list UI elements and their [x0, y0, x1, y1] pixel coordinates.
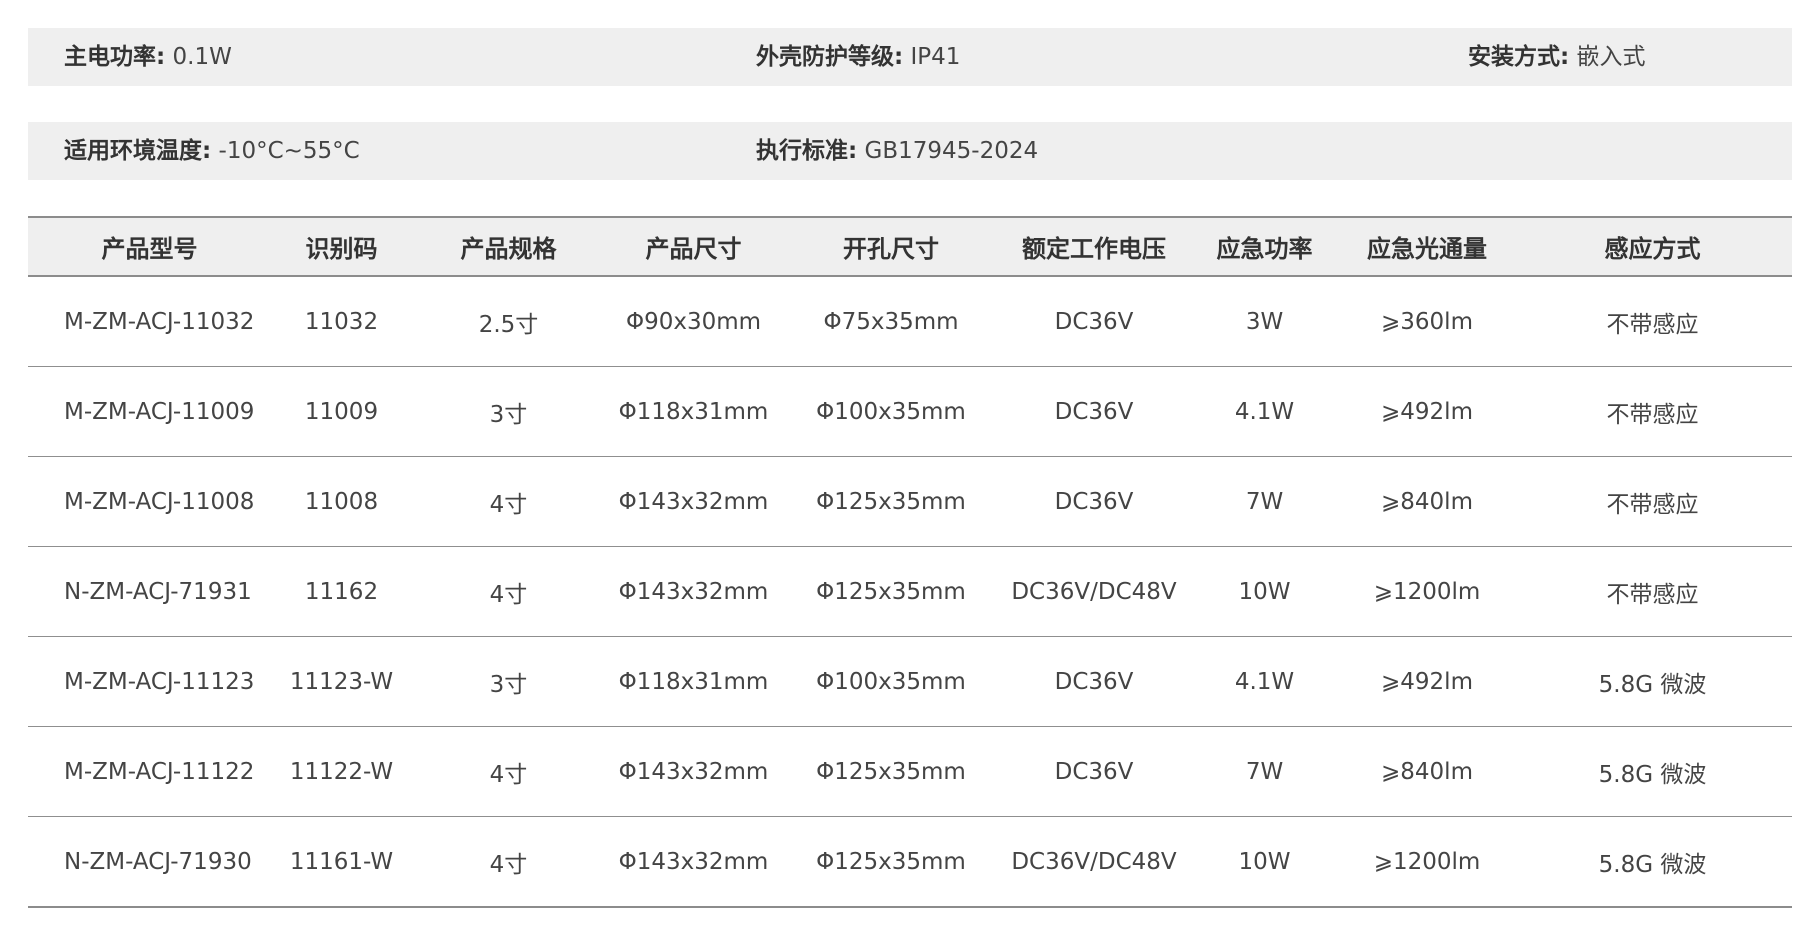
cell-cutout: Φ125x35mm	[782, 726, 1000, 817]
header-size: 产品尺寸	[605, 216, 782, 277]
header-power: 应急功率	[1188, 216, 1341, 277]
cell-power: 10W	[1188, 546, 1341, 637]
cell-voltage: DC36V	[1000, 276, 1188, 367]
spec-value: IP41	[910, 44, 961, 70]
spec-value: GB17945-2024	[864, 138, 1039, 164]
cell-size: Φ118x31mm	[605, 366, 782, 457]
cell-flux: ⩾1200lm	[1341, 546, 1513, 637]
cell-flux: ⩾492lm	[1341, 366, 1513, 457]
table-row: M-ZM-ACJ-11009 11009 3寸 Φ118x31mm Φ100x3…	[28, 366, 1792, 457]
spec-value: 嵌入式	[1576, 44, 1646, 70]
cell-voltage: DC36V	[1000, 636, 1188, 727]
spec-bar-row-1: 主电功率: 0.1W 外壳防护等级: IP41 安装方式: 嵌入式	[28, 28, 1792, 86]
cell-power: 3W	[1188, 276, 1341, 367]
spec-label: 执行标准:	[756, 138, 858, 164]
spec-main-power: 主电功率: 0.1W	[64, 28, 232, 86]
header-spec: 产品规格	[412, 216, 605, 277]
cell-spec: 4寸	[412, 546, 605, 637]
cell-power: 10W	[1188, 816, 1341, 908]
table-header-row: 产品型号 识别码 产品规格 产品尺寸 开孔尺寸 额定工作电压 应急功率 应急光通…	[28, 216, 1792, 277]
table-row: M-ZM-ACJ-11123 11123-W 3寸 Φ118x31mm Φ100…	[28, 636, 1792, 727]
cell-model: M-ZM-ACJ-11123	[28, 636, 271, 727]
spec-install-method: 安装方式: 嵌入式	[1468, 28, 1646, 86]
cell-size: Φ143x32mm	[605, 816, 782, 908]
cell-cutout: Φ125x35mm	[782, 546, 1000, 637]
cell-voltage: DC36V/DC48V	[1000, 546, 1188, 637]
cell-sensing: 5.8G 微波	[1513, 816, 1792, 908]
cell-spec: 4寸	[412, 726, 605, 817]
cell-code: 11161-W	[271, 816, 412, 908]
cell-power: 7W	[1188, 456, 1341, 547]
cell-model: N-ZM-ACJ-71931	[28, 546, 271, 637]
cell-size: Φ143x32mm	[605, 546, 782, 637]
cell-power: 4.1W	[1188, 366, 1341, 457]
cell-code: 11123-W	[271, 636, 412, 727]
table-row: N-ZM-ACJ-71930 11161-W 4寸 Φ143x32mm Φ125…	[28, 816, 1792, 908]
cell-size: Φ90x30mm	[605, 276, 782, 367]
cell-flux: ⩾840lm	[1341, 726, 1513, 817]
cell-cutout: Φ100x35mm	[782, 636, 1000, 727]
cell-power: 7W	[1188, 726, 1341, 817]
cell-voltage: DC36V	[1000, 456, 1188, 547]
cell-spec: 3寸	[412, 366, 605, 457]
table-row: M-ZM-ACJ-11032 11032 2.5寸 Φ90x30mm Φ75x3…	[28, 276, 1792, 367]
cell-code: 11162	[271, 546, 412, 637]
cell-sensing: 5.8G 微波	[1513, 636, 1792, 727]
cell-size: Φ143x32mm	[605, 456, 782, 547]
cell-model: N-ZM-ACJ-71930	[28, 816, 271, 908]
spec-temperature: 适用环境温度: -10°C~55°C	[64, 122, 360, 180]
spec-value: 0.1W	[172, 44, 232, 70]
cell-voltage: DC36V/DC48V	[1000, 816, 1188, 908]
cell-power: 4.1W	[1188, 636, 1341, 727]
table-body: M-ZM-ACJ-11032 11032 2.5寸 Φ90x30mm Φ75x3…	[28, 276, 1792, 908]
cell-flux: ⩾360lm	[1341, 276, 1513, 367]
spec-value: -10°C~55°C	[218, 138, 360, 164]
header-model: 产品型号	[28, 216, 271, 277]
cell-flux: ⩾1200lm	[1341, 816, 1513, 908]
cell-model: M-ZM-ACJ-11032	[28, 276, 271, 367]
spec-label: 适用环境温度:	[64, 138, 212, 164]
cell-code: 11008	[271, 456, 412, 547]
header-cutout: 开孔尺寸	[782, 216, 1000, 277]
cell-size: Φ118x31mm	[605, 636, 782, 727]
cell-spec: 3寸	[412, 636, 605, 727]
cell-model: M-ZM-ACJ-11009	[28, 366, 271, 457]
table-row: N-ZM-ACJ-71931 11162 4寸 Φ143x32mm Φ125x3…	[28, 546, 1792, 637]
cell-sensing: 5.8G 微波	[1513, 726, 1792, 817]
cell-code: 11032	[271, 276, 412, 367]
cell-spec: 2.5寸	[412, 276, 605, 367]
product-table: 产品型号 识别码 产品规格 产品尺寸 开孔尺寸 额定工作电压 应急功率 应急光通…	[28, 216, 1792, 908]
spec-bar-row-2: 适用环境温度: -10°C~55°C 执行标准: GB17945-2024	[28, 122, 1792, 180]
cell-spec: 4寸	[412, 456, 605, 547]
table-row: M-ZM-ACJ-11008 11008 4寸 Φ143x32mm Φ125x3…	[28, 456, 1792, 547]
header-sensing: 感应方式	[1513, 216, 1792, 277]
cell-size: Φ143x32mm	[605, 726, 782, 817]
cell-cutout: Φ100x35mm	[782, 366, 1000, 457]
spec-label: 外壳防护等级:	[756, 44, 904, 70]
spec-label: 主电功率:	[64, 44, 166, 70]
cell-code: 11122-W	[271, 726, 412, 817]
header-flux: 应急光通量	[1341, 216, 1513, 277]
cell-voltage: DC36V	[1000, 726, 1188, 817]
cell-cutout: Φ125x35mm	[782, 456, 1000, 547]
cell-model: M-ZM-ACJ-11122	[28, 726, 271, 817]
table-row: M-ZM-ACJ-11122 11122-W 4寸 Φ143x32mm Φ125…	[28, 726, 1792, 817]
cell-code: 11009	[271, 366, 412, 457]
cell-sensing: 不带感应	[1513, 546, 1792, 637]
cell-sensing: 不带感应	[1513, 366, 1792, 457]
header-code: 识别码	[271, 216, 412, 277]
cell-sensing: 不带感应	[1513, 276, 1792, 367]
cell-cutout: Φ75x35mm	[782, 276, 1000, 367]
cell-cutout: Φ125x35mm	[782, 816, 1000, 908]
cell-flux: ⩾492lm	[1341, 636, 1513, 727]
spec-label: 安装方式:	[1468, 44, 1570, 70]
header-voltage: 额定工作电压	[1000, 216, 1188, 277]
cell-spec: 4寸	[412, 816, 605, 908]
cell-voltage: DC36V	[1000, 366, 1188, 457]
cell-sensing: 不带感应	[1513, 456, 1792, 547]
spec-standard: 执行标准: GB17945-2024	[756, 122, 1038, 180]
spec-protection-level: 外壳防护等级: IP41	[756, 28, 960, 86]
cell-model: M-ZM-ACJ-11008	[28, 456, 271, 547]
cell-flux: ⩾840lm	[1341, 456, 1513, 547]
